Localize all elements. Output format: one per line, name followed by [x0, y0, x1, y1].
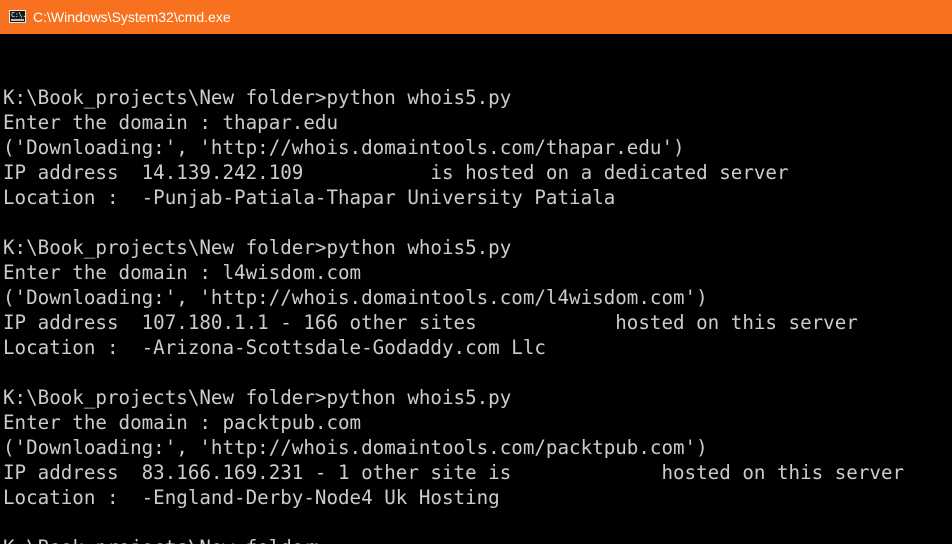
console-line: Enter the domain : thapar.edu — [3, 111, 339, 134]
cmd-window: C:\. C:\Windows\System32\cmd.exe K:\Book… — [0, 0, 952, 544]
console-line: IP address 107.180.1.1 - 166 other sites… — [3, 311, 858, 334]
console-line: ('Downloading:', 'http://whois.domaintoo… — [3, 136, 685, 159]
title-bar[interactable]: C:\. C:\Windows\System32\cmd.exe — [0, 0, 952, 34]
console-line: IP address 83.166.169.231 - 1 other site… — [3, 461, 905, 484]
console-line: K:\Book_projects\New folder>python whois… — [3, 386, 512, 409]
console-line: Location : -Arizona-Scottsdale-Godaddy.c… — [3, 336, 546, 359]
console-line: Location : -England-Derby-Node4 Uk Hosti… — [3, 486, 500, 509]
console-line: ('Downloading:', 'http://whois.domaintoo… — [3, 286, 708, 309]
console-line: Location : -Punjab-Patiala-Thapar Univer… — [3, 186, 616, 209]
console-line: ('Downloading:', 'http://whois.domaintoo… — [3, 436, 708, 459]
window-title: C:\Windows\System32\cmd.exe — [33, 9, 231, 25]
console-output[interactable]: K:\Book_projects\New folder>python whois… — [3, 60, 949, 544]
cmd-icon-bar — [11, 19, 24, 21]
console-line: K:\Book_projects\New folder>python whois… — [3, 86, 512, 109]
cmd-icon-label: C:\. — [11, 11, 26, 19]
console-line: Enter the domain : l4wisdom.com — [3, 261, 362, 284]
console-prompt[interactable]: K:\Book_projects\New folder> — [3, 535, 949, 544]
console-line: K:\Book_projects\New folder>python whois… — [3, 236, 512, 259]
cmd-icon: C:\. — [9, 10, 26, 23]
console-line: Enter the domain : packtpub.com — [3, 411, 362, 434]
console-line: IP address 14.139.242.109 is hosted on a… — [3, 161, 789, 184]
